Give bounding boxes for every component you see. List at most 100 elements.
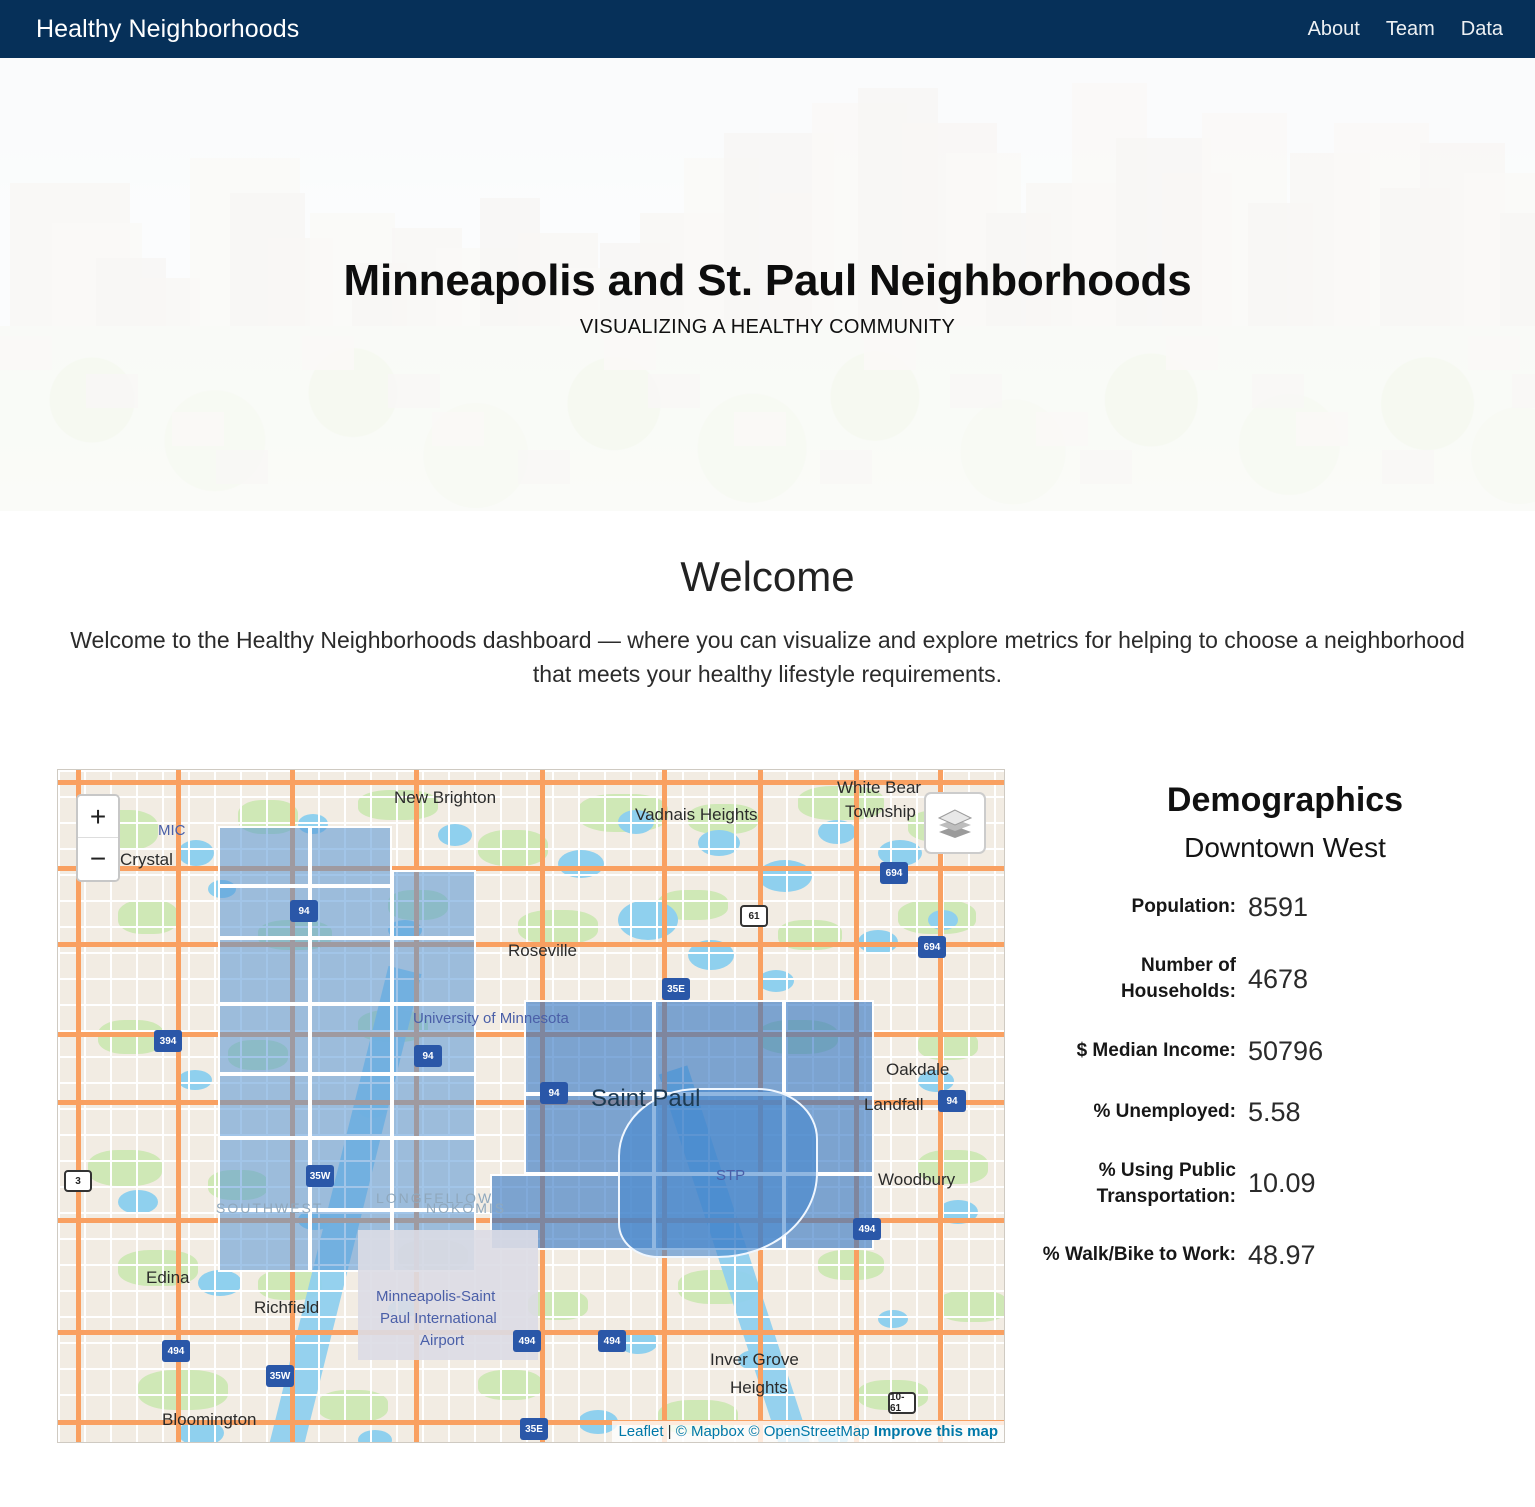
- map-street: [58, 822, 1004, 825]
- zoom-in-button[interactable]: +: [78, 796, 118, 839]
- map-route-shield: 35E: [662, 978, 690, 1001]
- map-water: [178, 840, 214, 867]
- map-neighborhood-polygon: [218, 1210, 310, 1273]
- nav-link-data[interactable]: Data: [1461, 18, 1503, 41]
- layers-icon: [937, 809, 973, 839]
- map-place-label: STP: [716, 1167, 746, 1185]
- map-street: [58, 874, 1004, 877]
- hero-text: Minneapolis and St. Paul Neighborhoods V…: [0, 256, 1535, 339]
- brand-logo-link[interactable]: Healthy Neighborhoods: [36, 16, 299, 42]
- welcome-heading: Welcome: [680, 553, 855, 600]
- top-navbar: Healthy Neighborhoods About Team Data: [0, 0, 1535, 58]
- map-route-shield: 10-61: [888, 1392, 916, 1415]
- content-row: MIC Crystal New Brighton Vadnais Heights Whi…: [0, 691, 1535, 1485]
- map-neighborhood-polygon: [310, 1004, 392, 1075]
- map-place-label: SOUTHWEST: [216, 1200, 324, 1217]
- map-neighborhood-polygon: [392, 938, 476, 1005]
- neighborhood-map[interactable]: MIC Crystal New Brighton Vadnais Heights Whi…: [57, 769, 1005, 1444]
- map-water: [758, 860, 812, 893]
- map-route-shield: 494: [162, 1340, 190, 1363]
- map-park: [88, 1150, 162, 1187]
- map-basemap: MIC Crystal New Brighton Vadnais Heights Whi…: [58, 770, 1004, 1443]
- map-highway: [58, 866, 1004, 872]
- stat-value: 8591: [1248, 892, 1309, 923]
- map-layers-control[interactable]: [924, 792, 986, 855]
- map-route-shield: 394: [154, 1030, 182, 1053]
- map-water: [198, 1270, 242, 1297]
- stat-value: 48.97: [1248, 1239, 1316, 1270]
- map-neighborhood-polygon: [784, 1000, 874, 1095]
- hero-banner: Minneapolis and St. Paul Neighborhoods V…: [0, 58, 1535, 511]
- map-route-shield: 494: [853, 1218, 881, 1241]
- map-street: [58, 900, 1004, 903]
- map-park: [118, 900, 178, 935]
- leaflet-link[interactable]: Leaflet: [618, 1423, 663, 1440]
- stat-row: % Walk/Bike to Work: 48.97: [1035, 1240, 1535, 1271]
- welcome-section: Welcome Welcome to the Healthy Neighborh…: [0, 511, 1535, 691]
- map-street: [58, 926, 1004, 929]
- map-place-label: Inver Grove: [710, 1350, 799, 1370]
- map-route-shield: 694: [918, 936, 946, 959]
- map-route-shield: 494: [513, 1330, 541, 1353]
- welcome-body: Welcome to the Healthy Neighborhoods das…: [70, 627, 1465, 688]
- stat-value: 10.09: [1248, 1168, 1316, 1199]
- map-street: [58, 1394, 1004, 1397]
- map-place-label: MIC: [158, 822, 186, 840]
- map-route-shield: 3: [64, 1170, 92, 1193]
- stat-row: % Unemployed: 5.58: [1035, 1097, 1535, 1128]
- selected-neighborhood-name: Downtown West: [1184, 832, 1386, 864]
- map-water: [118, 1190, 158, 1215]
- map-place-label: Crystal: [120, 850, 173, 870]
- stat-label: % Using Public Transportation:: [1096, 1159, 1236, 1207]
- map-neighborhood-polygon: [218, 938, 310, 1005]
- demographics-stats-list: Population: 8591 Number of Households: 4678…: [1035, 892, 1535, 1271]
- map-street: [58, 1368, 1004, 1371]
- nav-link-team[interactable]: Team: [1386, 18, 1435, 41]
- stat-value: 50796: [1248, 1035, 1324, 1066]
- map-neighborhood-polygon: [218, 1074, 310, 1139]
- stat-label: Number of Households:: [1120, 955, 1236, 1003]
- map-place-label: Saint Paul: [591, 1085, 701, 1113]
- map-place-label: Oakdale: [886, 1060, 950, 1080]
- map-place-label: Landfall: [864, 1095, 924, 1115]
- demographics-title: Demographics: [1166, 781, 1404, 820]
- map-place-label: Paul International: [380, 1310, 497, 1328]
- map-place-label: University of Minnesota: [413, 1010, 569, 1028]
- map-route-shield: 494: [598, 1330, 626, 1353]
- map-route-shield: 35W: [266, 1365, 294, 1388]
- map-place-label: Roseville: [508, 941, 577, 961]
- map-neighborhood-polygon: [310, 886, 392, 939]
- map-water: [438, 824, 472, 847]
- map-street: [58, 978, 1004, 981]
- map-water: [358, 1430, 392, 1443]
- stat-value: 4678: [1248, 963, 1309, 994]
- improve-map-link[interactable]: Improve this map: [874, 1423, 998, 1440]
- map-water: [758, 970, 794, 993]
- map-place-label: Airport: [420, 1332, 465, 1350]
- map-neighborhood-polygon: [218, 1004, 310, 1075]
- map-neighborhood-polygon: [310, 1074, 392, 1139]
- map-route-shield: 94: [540, 1082, 568, 1105]
- map-neighborhood-polygon: [654, 1000, 784, 1095]
- map-place-label: Edina: [146, 1268, 190, 1288]
- zoom-out-button[interactable]: −: [78, 838, 118, 881]
- nav-link-about[interactable]: About: [1308, 18, 1360, 41]
- map-route-shield: 35E: [520, 1418, 548, 1441]
- map-zoom-control: + −: [76, 794, 120, 883]
- map-neighborhood-polygon: [310, 826, 392, 887]
- map-place-label: Bloomington: [162, 1410, 257, 1430]
- map-route-shield: 35W: [306, 1165, 334, 1188]
- map-neighborhood-polygon: [392, 1074, 476, 1139]
- attribution-separator: |: [663, 1423, 676, 1441]
- mapbox-link[interactable]: © Mapbox: [676, 1423, 745, 1440]
- stat-row: $ Median Income: 50796: [1035, 1036, 1535, 1067]
- stat-label: % Walk/Bike to Work:: [1042, 1244, 1236, 1266]
- stat-row: Number of Households: 4678: [1035, 953, 1535, 1005]
- openstreetmap-link[interactable]: © OpenStreetMap: [749, 1423, 870, 1440]
- stat-row: Population: 8591: [1035, 892, 1535, 923]
- map-attribution: Leaflet | © Mapbox © OpenStreetMap Impro…: [612, 1421, 1004, 1443]
- map-column: MIC Crystal New Brighton Vadnais Heights Whi…: [0, 769, 1035, 1444]
- page-subtitle: VISUALIZING A HEALTHY COMMUNITY: [579, 316, 956, 338]
- nav-links: About Team Data: [1308, 18, 1503, 41]
- map-place-label: Vadnais Heights: [635, 805, 758, 825]
